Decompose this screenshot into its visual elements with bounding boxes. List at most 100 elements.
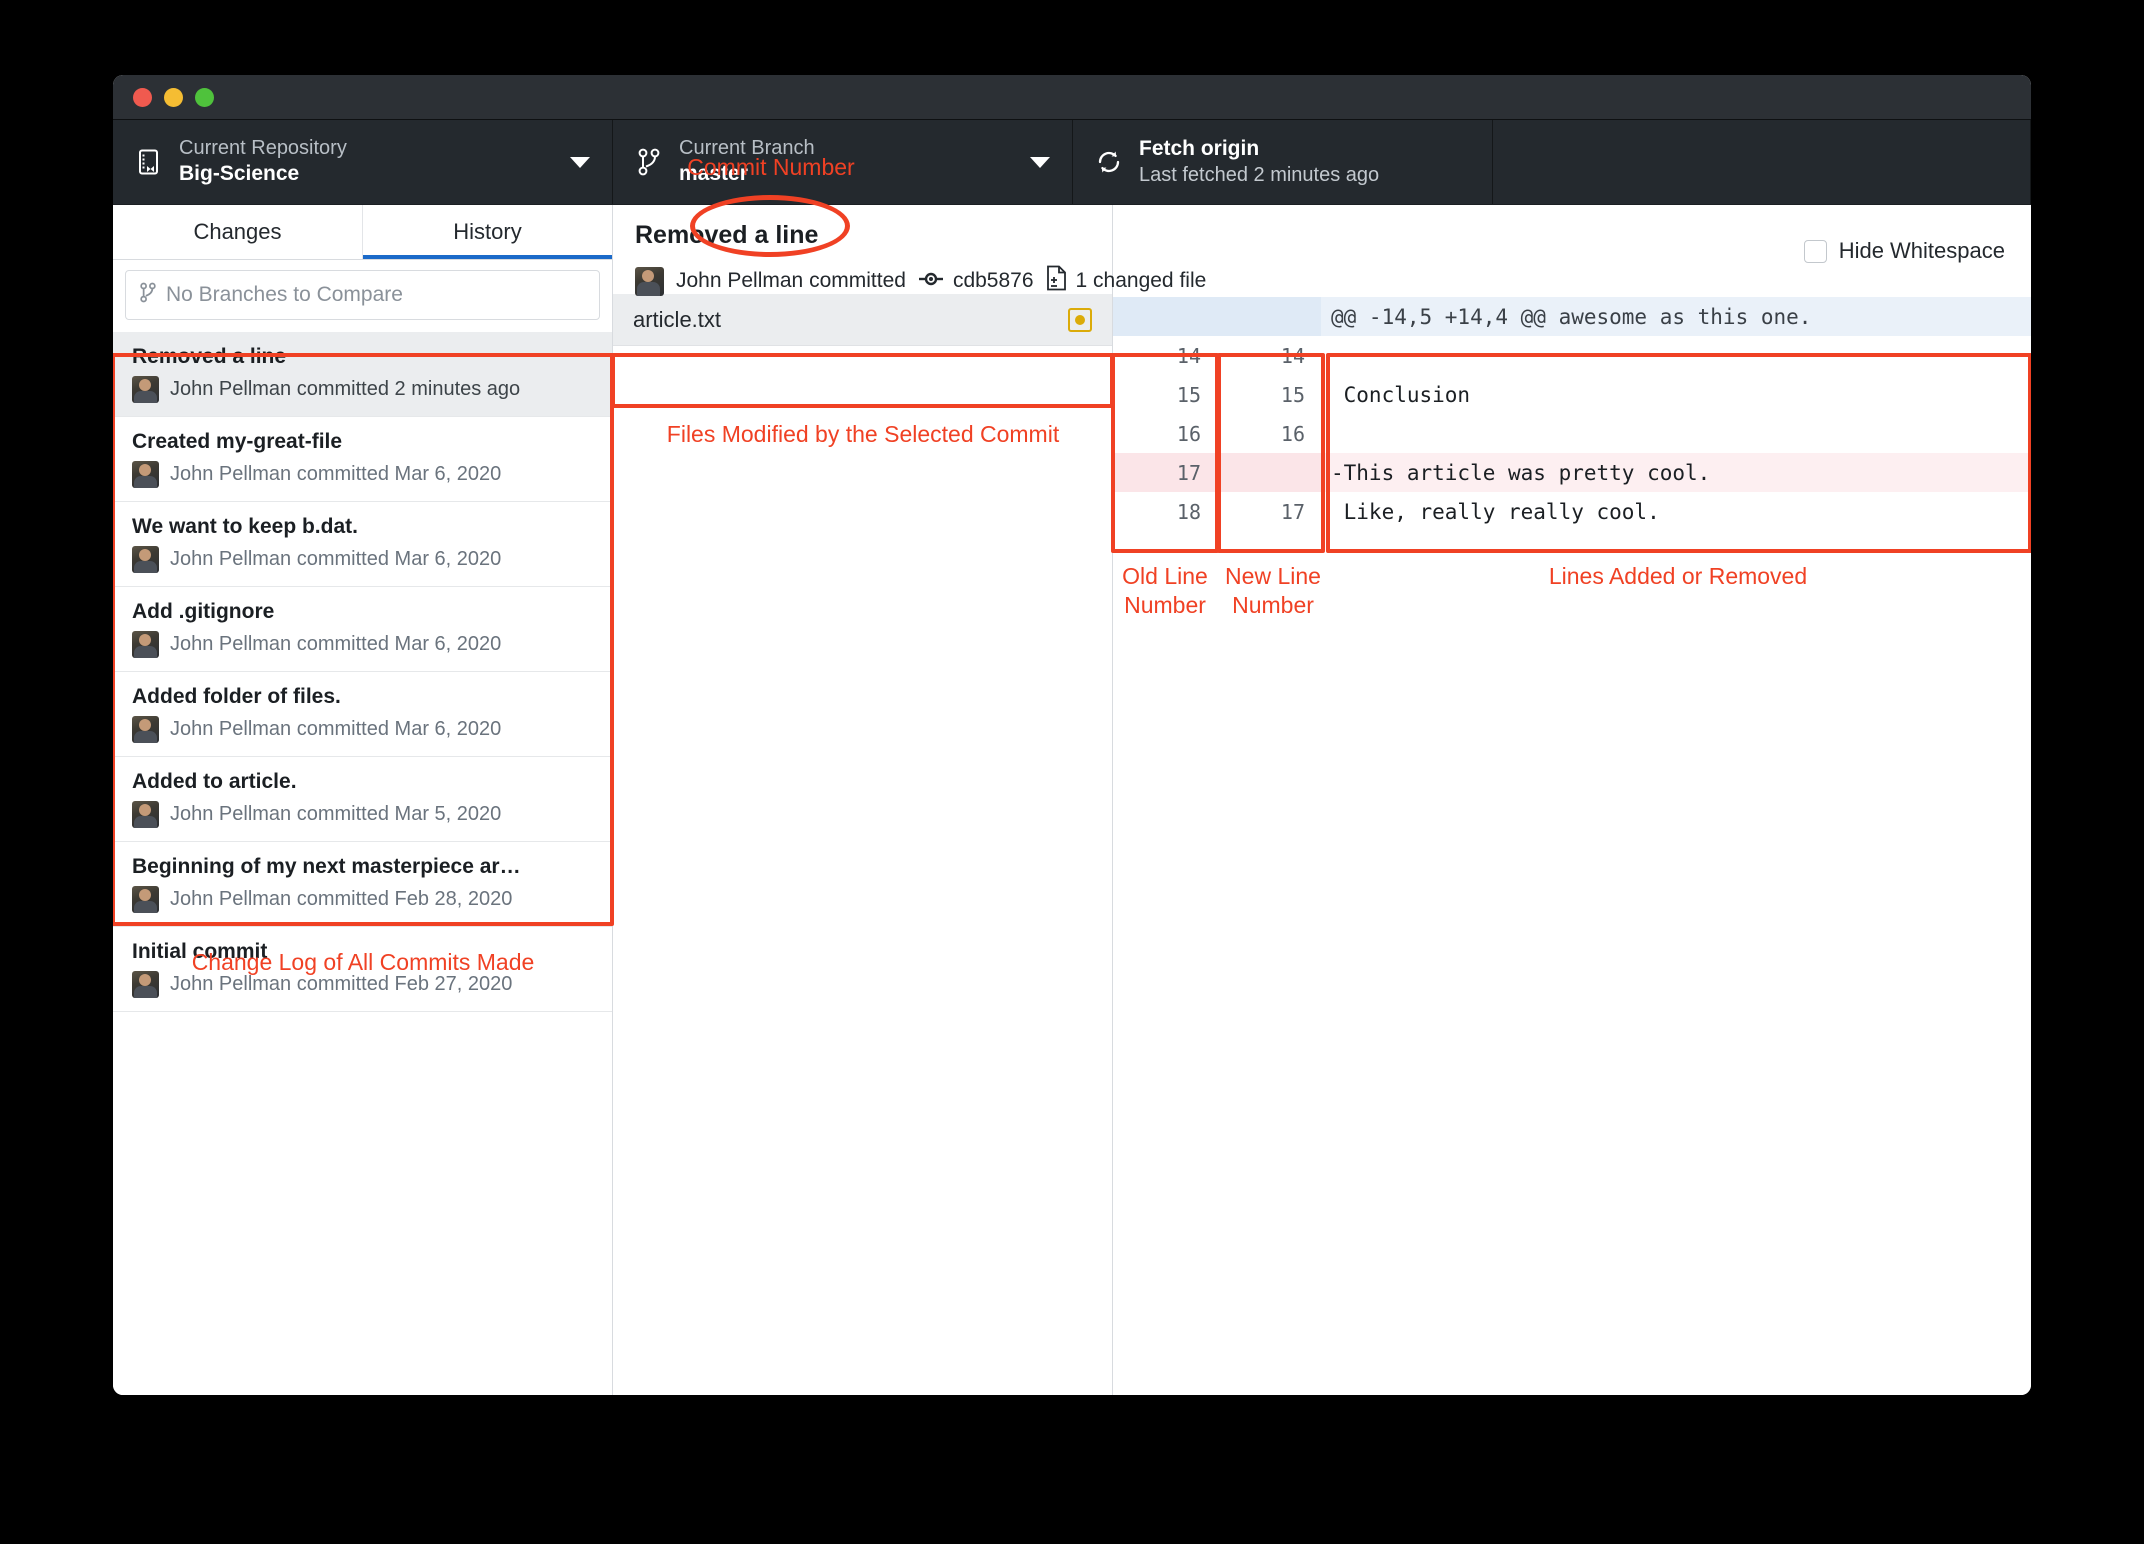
window-titlebar	[113, 75, 2031, 120]
toolbar-empty-area	[1493, 120, 2031, 204]
diff-line-context	[1321, 414, 2031, 453]
new-line-number	[1217, 453, 1321, 492]
diff-line-context: Like, really really cool.	[1321, 492, 2031, 531]
current-repository-value: Big-Science	[179, 162, 300, 186]
github-desktop-window: Current Repository Big-Science Current B…	[113, 75, 2031, 1395]
commit-title: Beginning of my next masterpiece ar…	[132, 855, 521, 878]
avatar	[132, 631, 159, 658]
avatar	[132, 376, 159, 403]
commit-author-date: John Pellman committed Mar 6, 2020	[170, 718, 502, 740]
avatar	[132, 716, 159, 743]
new-line-number: 14	[1217, 336, 1321, 375]
commit-author-date: John Pellman committed Feb 28, 2020	[170, 888, 513, 910]
tab-changes-label: Changes	[193, 219, 282, 244]
minimize-window-button[interactable]	[164, 87, 183, 107]
commit-author-date: John Pellman committed Mar 6, 2020	[170, 548, 502, 570]
tab-changes[interactable]: Changes	[113, 205, 363, 259]
tab-history[interactable]: History	[363, 205, 612, 259]
commit-meta: John Pellman committed Mar 5, 2020	[132, 801, 594, 828]
commit-title: Added folder of files.	[132, 685, 341, 708]
hide-whitespace-label: Hide Whitespace	[1838, 238, 2005, 263]
old-line-number: 15	[1113, 375, 1217, 414]
chevron-down-icon	[570, 156, 590, 168]
diff-body: 14 15 16 17 18 14 15 16 17 @@ -14,5 +14,…	[1113, 297, 2031, 1395]
branch-icon	[635, 148, 663, 176]
fetch-origin-subtitle: Last fetched 2 minutes ago	[1139, 163, 1380, 186]
commit-title: Created my-great-file	[132, 430, 343, 453]
diff-header: Hide Whitespace	[1113, 205, 2031, 297]
old-line-number: 16	[1113, 414, 1217, 453]
changed-files-panel: . article.txt	[613, 205, 1113, 1395]
avatar	[132, 971, 159, 998]
commit-meta: John Pellman committed 2 minutes ago	[132, 376, 594, 403]
changed-file-name: article.txt	[633, 306, 722, 332]
commit-list-item[interactable]: Beginning of my next masterpiece ar… Joh…	[113, 842, 612, 927]
diff-line-context: Conclusion	[1321, 375, 2031, 414]
commit-list-item[interactable]: Add .gitignore John Pellman committed Ma…	[113, 587, 612, 672]
commit-meta: John Pellman committed Feb 28, 2020	[132, 886, 594, 913]
commit-title: Add .gitignore	[132, 600, 275, 623]
old-line-number: 14	[1113, 336, 1217, 375]
diff-hunk-header: @@ -14,5 +14,4 @@ awesome as this one.	[1321, 297, 2031, 336]
branch-icon	[140, 282, 156, 308]
avatar	[132, 886, 159, 913]
commit-author-date: John Pellman committed Feb 27, 2020	[170, 973, 513, 995]
commit-history-list[interactable]: Removed a line John Pellman committed 2 …	[113, 332, 612, 1395]
commit-list-item[interactable]: Created my-great-file John Pellman commi…	[113, 417, 612, 502]
diff-line-deleted: -This article was pretty cool.	[1321, 453, 2031, 492]
fetch-origin-title: Fetch origin	[1139, 137, 1260, 161]
new-line-number	[1217, 297, 1321, 336]
commit-title: Added to article.	[132, 770, 297, 793]
commit-meta: John Pellman committed Feb 27, 2020	[132, 971, 594, 998]
changed-file-row[interactable]: article.txt	[613, 294, 1112, 346]
commit-title: Removed a line	[132, 345, 287, 368]
avatar	[132, 546, 159, 573]
commit-meta: John Pellman committed Mar 6, 2020	[132, 461, 594, 488]
old-line-number	[1113, 297, 1217, 336]
hide-whitespace-toggle[interactable]: Hide Whitespace	[1803, 238, 2005, 264]
commit-list-item[interactable]: We want to keep b.dat. John Pellman comm…	[113, 502, 612, 587]
new-line-number-gutter: 14 15 16 17	[1217, 297, 1321, 1395]
current-repository-button[interactable]: Current Repository Big-Science	[113, 120, 613, 204]
commit-author-date: John Pellman committed Mar 6, 2020	[170, 463, 502, 485]
old-line-number-gutter: 14 15 16 17 18	[1113, 297, 1217, 1395]
current-branch-label: Current Branch	[679, 137, 815, 160]
new-line-number: 16	[1217, 414, 1321, 453]
chevron-down-icon	[1030, 156, 1050, 168]
commit-list-item[interactable]: Removed a line John Pellman committed 2 …	[113, 332, 612, 417]
commit-author-date: John Pellman committed Mar 6, 2020	[170, 633, 502, 655]
avatar	[132, 461, 159, 488]
commit-title: We want to keep b.dat.	[132, 515, 358, 538]
close-window-button[interactable]	[133, 87, 152, 107]
current-repository-label: Current Repository	[179, 137, 347, 160]
commit-meta: John Pellman committed Mar 6, 2020	[132, 546, 594, 573]
branch-compare-area: No Branches to Compare	[113, 260, 612, 332]
commit-list-item[interactable]: Added to article. John Pellman committed…	[113, 757, 612, 842]
commit-author-date: John Pellman committed Mar 5, 2020	[170, 803, 502, 825]
app-toolbar: Current Repository Big-Science Current B…	[113, 120, 2031, 205]
hide-whitespace-checkbox[interactable]	[1803, 239, 1827, 263]
new-line-number: 17	[1217, 492, 1321, 531]
current-branch-value: master	[679, 162, 748, 186]
repo-book-icon	[135, 149, 163, 175]
fetch-origin-button[interactable]: Fetch origin Last fetched 2 minutes ago	[1073, 120, 1493, 204]
commit-meta: John Pellman committed Mar 6, 2020	[132, 631, 594, 658]
sync-icon	[1095, 148, 1123, 176]
file-status-modified-icon	[1068, 307, 1092, 332]
old-line-number: 18	[1113, 492, 1217, 531]
diff-code-column[interactable]: @@ -14,5 +14,4 @@ awesome as this one. C…	[1321, 297, 2031, 1395]
commit-meta: John Pellman committed Mar 6, 2020	[132, 716, 594, 743]
commit-title: Initial commit	[132, 940, 268, 963]
history-sidebar: Changes History No Branches to Compare R…	[113, 205, 613, 1395]
branch-compare-placeholder: No Branches to Compare	[166, 283, 403, 306]
commit-list-item[interactable]: Added folder of files. John Pellman comm…	[113, 672, 612, 757]
diff-panel: Hide Whitespace 14 15 16 17 18 14 15 16	[1113, 205, 2031, 1395]
zoom-window-button[interactable]	[195, 87, 214, 107]
commit-list-item[interactable]: Initial commit John Pellman committed Fe…	[113, 927, 612, 1012]
branch-compare-field[interactable]: No Branches to Compare	[125, 270, 600, 320]
diff-line-context	[1321, 336, 2031, 375]
commit-summary-spacer: .	[613, 205, 1112, 294]
new-line-number: 15	[1217, 375, 1321, 414]
avatar	[132, 801, 159, 828]
current-branch-button[interactable]: Current Branch master	[613, 120, 1073, 204]
